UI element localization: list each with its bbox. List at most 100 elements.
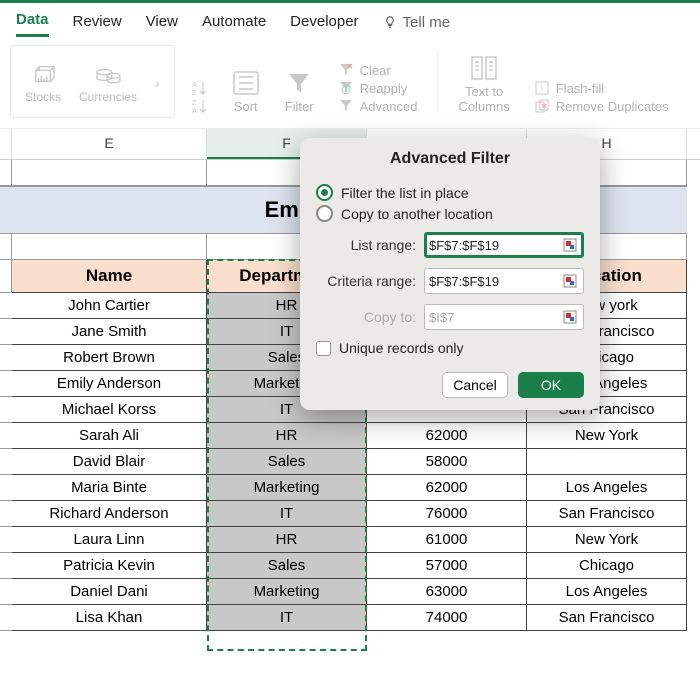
cell-salary[interactable]: 61000: [367, 527, 527, 553]
remove-duplicates-button[interactable]: Remove Duplicates: [534, 98, 669, 114]
cancel-button[interactable]: Cancel: [442, 372, 508, 398]
remove-duplicates-icon: [534, 98, 550, 114]
stocks-label: Stocks: [25, 90, 61, 104]
cell-location[interactable]: New York: [527, 527, 687, 553]
header-name[interactable]: Name: [12, 260, 207, 293]
cell-salary[interactable]: 62000: [367, 475, 527, 501]
cell-salary[interactable]: 76000: [367, 501, 527, 527]
cell-name[interactable]: Laura Linn: [12, 527, 207, 553]
cell-department[interactable]: IT: [207, 501, 367, 527]
cell-salary[interactable]: 58000: [367, 449, 527, 475]
clear-icon: [338, 62, 354, 78]
cell-location[interactable]: Los Angeles: [527, 475, 687, 501]
header-stub: [0, 260, 12, 293]
table-row: Lisa KhanIT74000San Francisco: [0, 605, 700, 631]
text-to-columns-icon: [469, 54, 499, 82]
clear-label: Clear: [360, 63, 391, 78]
cell-department[interactable]: Marketing: [207, 579, 367, 605]
data-types-expand-icon[interactable]: ›: [155, 75, 160, 91]
cell-salary[interactable]: 74000: [367, 605, 527, 631]
tab-view[interactable]: View: [146, 9, 178, 36]
cell-location[interactable]: [527, 449, 687, 475]
list-range-input[interactable]: $F$7:$F$19: [424, 232, 584, 258]
cell-department[interactable]: Sales: [207, 553, 367, 579]
cell-name[interactable]: Jane Smith: [12, 319, 207, 345]
cell-name[interactable]: David Blair: [12, 449, 207, 475]
advanced-icon: [338, 98, 354, 114]
radio-icon: [316, 205, 333, 222]
unique-records-label: Unique records only: [339, 340, 464, 356]
cell-name[interactable]: Patricia Kevin: [12, 553, 207, 579]
ok-button[interactable]: OK: [518, 372, 584, 398]
cell-name[interactable]: John Cartier: [12, 293, 207, 319]
dialog-title: Advanced Filter: [300, 138, 600, 178]
cell-salary[interactable]: 63000: [367, 579, 527, 605]
cell-name[interactable]: Emily Anderson: [12, 371, 207, 397]
reapply-button[interactable]: Reapply: [338, 80, 418, 96]
tab-developer[interactable]: Developer: [290, 9, 358, 36]
sort-desc-icon: ZA: [191, 98, 207, 114]
cell-name[interactable]: Maria Binte: [12, 475, 207, 501]
sort-asc-icon: AZ: [191, 80, 207, 96]
radio-label: Filter the list in place: [341, 185, 469, 201]
copy-to-label: Copy to:: [316, 309, 416, 325]
sort-icon: [231, 69, 261, 97]
radio-filter-in-place[interactable]: Filter the list in place: [316, 184, 584, 201]
cell-location[interactable]: New York: [527, 423, 687, 449]
range-picker-button[interactable]: [561, 236, 579, 254]
filter-label: Filter: [285, 99, 314, 114]
cell-salary[interactable]: 62000: [367, 423, 527, 449]
radio-copy-location[interactable]: Copy to another location: [316, 205, 584, 222]
cell-name[interactable]: Michael Korss: [12, 397, 207, 423]
tab-data[interactable]: Data: [16, 7, 49, 37]
criteria-range-label: Criteria range:: [316, 273, 416, 289]
clear-filter-button[interactable]: Clear: [338, 62, 418, 78]
table-row: Patricia KevinSales57000Chicago: [0, 553, 700, 579]
svg-text:A: A: [192, 82, 197, 89]
cell-name[interactable]: Sarah Ali: [12, 423, 207, 449]
cell-name[interactable]: Lisa Khan: [12, 605, 207, 631]
currencies-button[interactable]: Currencies: [79, 62, 137, 104]
cell-name[interactable]: Daniel Dani: [12, 579, 207, 605]
cell-department[interactable]: Sales: [207, 449, 367, 475]
tab-automate[interactable]: Automate: [202, 9, 266, 36]
checkbox-icon: [316, 341, 331, 356]
cell-name[interactable]: Richard Anderson: [12, 501, 207, 527]
tell-me-search[interactable]: Tell me: [383, 14, 451, 31]
svg-text:Z: Z: [192, 90, 197, 96]
list-range-label: List range:: [316, 237, 416, 253]
cell-location[interactable]: San Francisco: [527, 501, 687, 527]
cell-salary[interactable]: 57000: [367, 553, 527, 579]
sort-asc-button[interactable]: AZ: [191, 80, 207, 96]
table-row: David BlairSales58000: [0, 449, 700, 475]
cell-department[interactable]: IT: [207, 605, 367, 631]
table-row: Sarah AliHR62000New York: [0, 423, 700, 449]
text-to-columns-label: Text to Columns: [458, 84, 509, 114]
cell-department[interactable]: HR: [207, 423, 367, 449]
unique-records-checkbox[interactable]: Unique records only: [316, 340, 584, 356]
flash-fill-button[interactable]: Flash-fill: [534, 80, 669, 96]
list-range-value: $F$7:$F$19: [429, 238, 561, 253]
cell-department[interactable]: Marketing: [207, 475, 367, 501]
cell-location[interactable]: Chicago: [527, 553, 687, 579]
advanced-filter-button[interactable]: Advanced: [338, 98, 418, 114]
cell-name[interactable]: Robert Brown: [12, 345, 207, 371]
cell-location[interactable]: San Francisco: [527, 605, 687, 631]
filter-button[interactable]: Filter: [277, 45, 322, 118]
sort-button[interactable]: Sort: [223, 45, 269, 118]
text-to-columns-button[interactable]: Text to Columns: [450, 45, 517, 118]
stocks-button[interactable]: Stocks: [25, 62, 61, 104]
table-row: Richard AndersonIT76000San Francisco: [0, 501, 700, 527]
reapply-label: Reapply: [360, 81, 408, 96]
column-header-e[interactable]: E: [12, 129, 207, 159]
tab-review[interactable]: Review: [73, 9, 122, 36]
cell-location[interactable]: Los Angeles: [527, 579, 687, 605]
sort-desc-button[interactable]: ZA: [191, 98, 207, 114]
ribbon-tabs: Data Review View Automate Developer Tell…: [0, 3, 700, 37]
criteria-range-input[interactable]: $F$7:$F$19: [424, 268, 584, 294]
cell-department[interactable]: HR: [207, 527, 367, 553]
advanced-filter-dialog: Advanced Filter Filter the list in place…: [300, 138, 600, 410]
svg-text:Z: Z: [192, 100, 197, 107]
range-picker-button[interactable]: [561, 272, 579, 290]
range-picker-icon: [563, 310, 577, 324]
